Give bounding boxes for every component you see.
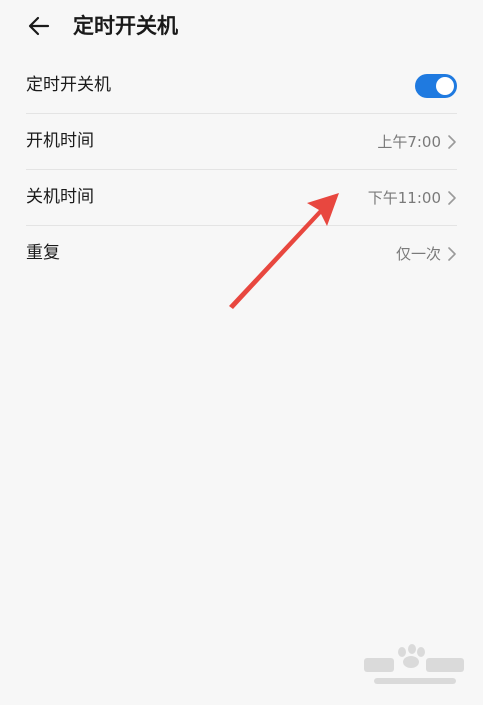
arrow-left-icon [28, 16, 50, 36]
toggle-knob [436, 76, 454, 95]
power-off-time-label: 关机时间 [26, 187, 94, 207]
power-off-time-row[interactable]: 关机时间 下午11:00 [26, 170, 457, 226]
repeat-row[interactable]: 重复 仅一次 [26, 226, 457, 281]
back-button[interactable] [26, 12, 54, 40]
chevron-right-icon [447, 134, 457, 150]
power-schedule-row[interactable]: 定时开关机 [26, 58, 457, 114]
power-on-time-row[interactable]: 开机时间 上午7:00 [26, 114, 457, 170]
power-on-time-value: 上午7:00 [377, 133, 441, 151]
page-title: 定时开关机 [73, 14, 178, 38]
repeat-label: 重复 [26, 243, 60, 263]
repeat-value: 仅一次 [395, 245, 441, 263]
power-on-time-label: 开机时间 [26, 131, 94, 151]
settings-list: 定时开关机 开机时间 上午7:00 关机时间 下午11:00 重复 仅一次 [0, 58, 483, 281]
power-schedule-label: 定时开关机 [26, 75, 111, 95]
chevron-right-icon [447, 190, 457, 206]
baidu-jingyan-watermark-icon [360, 640, 470, 690]
power-schedule-toggle[interactable] [415, 73, 457, 98]
header: 定时开关机 [0, 0, 483, 52]
chevron-right-icon [447, 246, 457, 262]
power-off-time-value: 下午11:00 [367, 189, 441, 207]
